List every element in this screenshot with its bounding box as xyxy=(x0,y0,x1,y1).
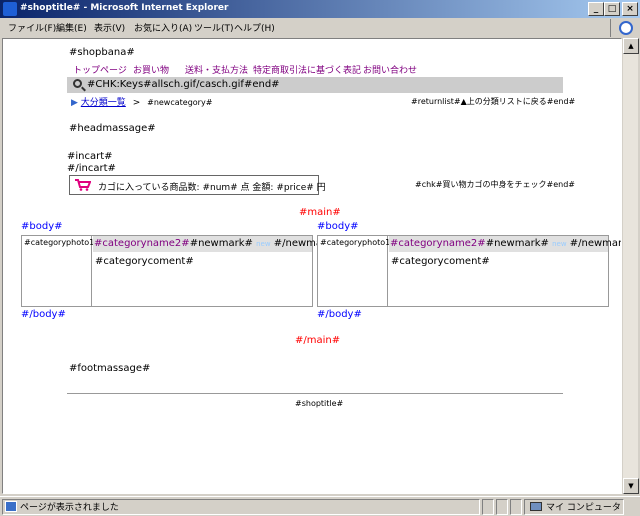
close-button[interactable]: × xyxy=(622,2,638,16)
return-list-link[interactable]: #returnlist#▲上の分類リストに戻る#end# xyxy=(411,96,575,107)
cart-summary-text: カゴに入っている商品数: #num# 点 金額: #price# 円 xyxy=(98,183,326,193)
newmark-tag: #newmark# xyxy=(485,238,549,249)
footer-divider xyxy=(67,393,563,394)
category-table-right: #categoryphoto1# #categoryname2##newmark… xyxy=(317,235,621,307)
title-bar: #shoptitle# - Microsoft Internet Explore… xyxy=(0,0,640,18)
my-computer-icon xyxy=(530,502,542,511)
status-pane xyxy=(482,499,494,515)
security-zone-text: マイ コンピュータ xyxy=(546,503,621,513)
cart-summary-box: カゴに入っている商品数: #num# 点 金額: #price# 円 xyxy=(69,175,326,195)
ie-throbber-icon xyxy=(610,19,638,37)
maximize-button[interactable]: □ xyxy=(604,2,620,16)
minimize-button[interactable]: _ xyxy=(588,2,604,16)
body-start-tag-right: #body# xyxy=(317,221,359,232)
page-content: #shopbana# トップページ お買い物 送料・支払方法 特定商取引法に基づ… xyxy=(2,38,622,494)
newmark-end-tag: #/newmark# xyxy=(569,238,622,249)
category-name-link[interactable]: #categoryname2# xyxy=(390,238,486,249)
status-pane xyxy=(510,499,522,515)
check-cart-link[interactable]: #chk#買い物カゴの中身をチェック#end# xyxy=(415,179,575,190)
category-header: #categoryname2##newmark# new #/newmark# xyxy=(389,236,621,252)
menu-favorites[interactable]: お気に入り(A) xyxy=(134,21,192,34)
page-done-icon xyxy=(5,501,17,512)
vertical-scrollbar[interactable]: ▲ ▼ xyxy=(622,38,639,494)
body-start-tag-left: #body# xyxy=(21,221,63,232)
head-message: #headmassage# xyxy=(69,123,156,134)
scroll-down-icon[interactable]: ▼ xyxy=(623,478,639,494)
category-header: #categoryname2##newmark# new #/newmark# xyxy=(93,236,340,252)
status-bar: ページが表示されました マイ コンピュータ xyxy=(0,496,640,516)
new-badge-icon: new xyxy=(552,240,567,248)
status-text: ページが表示されました xyxy=(20,503,119,513)
nav-legal-notice[interactable]: 特定商取引法に基づく表記 xyxy=(253,63,361,76)
nav-contact[interactable]: お問い合わせ xyxy=(363,63,417,76)
main-start-tag: #main# xyxy=(299,207,341,218)
body-end-tag-left: #/body# xyxy=(21,309,66,320)
category-table-left: #categoryphoto1# #categoryname2##newmark… xyxy=(21,235,340,307)
main-end-tag: #/main# xyxy=(295,335,341,346)
menu-tools[interactable]: ツール(T) xyxy=(194,21,234,34)
incart-start: #incart# xyxy=(67,151,113,162)
category-photo[interactable]: #categoryphoto1# xyxy=(318,236,397,306)
menu-file[interactable]: ファイル(F) xyxy=(8,21,56,34)
category-comment: #categorycoment# xyxy=(95,256,194,267)
search-template-text: #CHK:Keys#allsch.gif/casch.gif#end# xyxy=(87,79,280,90)
scroll-up-icon[interactable]: ▲ xyxy=(623,38,639,54)
breadcrumb-separator: > xyxy=(132,98,141,108)
footer-shoptitle: #shoptitle# xyxy=(295,399,344,408)
breadcrumb-arrow-icon: ▶ xyxy=(71,98,78,108)
newmark-tag: #newmark# xyxy=(189,238,253,249)
body-end-tag-right: #/body# xyxy=(317,309,362,320)
ie-app-icon[interactable] xyxy=(3,2,17,16)
nav-top-page[interactable]: トップページ xyxy=(73,63,127,76)
category-comment: #categorycoment# xyxy=(391,256,490,267)
search-bar[interactable]: #CHK:Keys#allsch.gif/casch.gif#end# xyxy=(67,77,563,93)
breadcrumb-root-link[interactable]: 大分類一覧 xyxy=(81,98,126,108)
menu-help[interactable]: ヘルプ(H) xyxy=(234,21,275,34)
nav-shopping[interactable]: お買い物 xyxy=(133,63,169,76)
category-name-link[interactable]: #categoryname2# xyxy=(94,238,190,249)
new-badge-icon: new xyxy=(256,240,271,248)
status-pane xyxy=(496,499,508,515)
shopping-cart-icon xyxy=(75,179,91,191)
nav-shipping-payment[interactable]: 送料・支払方法 xyxy=(185,63,248,76)
shopbana: #shopbana# xyxy=(69,47,135,58)
search-icon[interactable] xyxy=(73,79,82,88)
window-title: #shoptitle# - Microsoft Internet Explore… xyxy=(20,3,229,13)
breadcrumb: ▶ 大分類一覧 > #newcategory# xyxy=(71,95,212,108)
foot-message: #footmassage# xyxy=(69,363,151,374)
breadcrumb-current: #newcategory# xyxy=(147,98,213,107)
menu-bar: ファイル(F) 編集(E) 表示(V) お気に入り(A) ツール(T) ヘルプ(… xyxy=(0,18,640,36)
menu-view[interactable]: 表示(V) xyxy=(94,21,125,34)
incart-end: #/incart# xyxy=(67,163,116,174)
menu-edit[interactable]: 編集(E) xyxy=(56,21,87,34)
category-photo[interactable]: #categoryphoto1# xyxy=(22,236,101,306)
